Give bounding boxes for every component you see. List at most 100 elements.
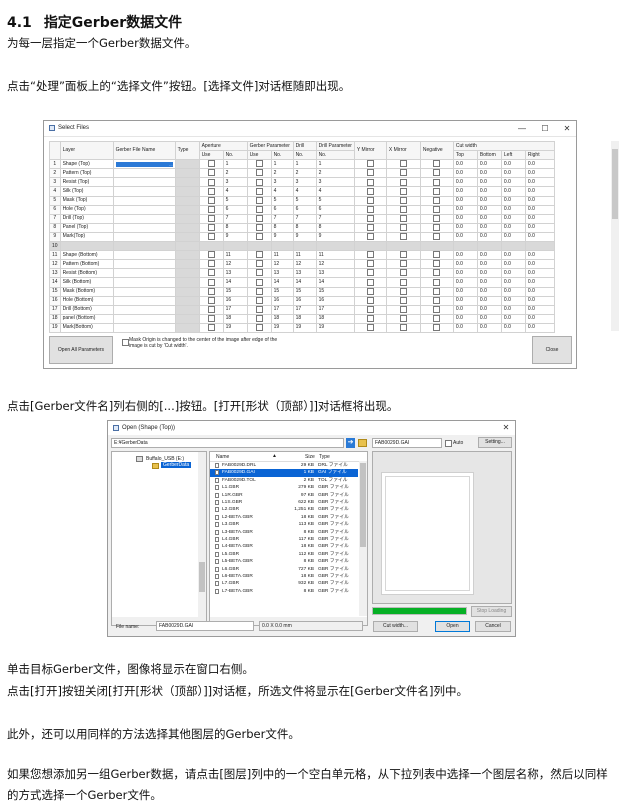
x-mirror-checkbox[interactable] [399, 160, 407, 168]
negative-cell[interactable] [419, 277, 454, 288]
drill-param-no-cell[interactable]: 12 [315, 259, 355, 270]
selected-name-field[interactable]: FAB0029D.GAI [372, 438, 442, 448]
aperture-use-cell[interactable] [198, 277, 224, 288]
gerber-file-cell[interactable] [112, 322, 176, 333]
layer-cell[interactable]: Pattern (Top) [59, 168, 114, 179]
drill-no-cell[interactable]: 3 [292, 177, 317, 188]
gerber-file-cell[interactable] [112, 168, 176, 179]
aperture-use-checkbox[interactable] [207, 251, 215, 259]
file-row[interactable]: FAB0029D.GAI 1 KB GAI ファイル [210, 469, 358, 477]
file-row[interactable]: L6-BETA.GBR 18 KB GBR ファイル [210, 573, 358, 580]
aperture-use-checkbox[interactable] [207, 224, 215, 231]
file-row[interactable]: L2.GBR 1,251 KB GBR ファイル [210, 506, 358, 513]
y-mirror-checkbox[interactable] [366, 297, 374, 304]
layer-cell[interactable]: Silk (Top) [59, 186, 114, 197]
aperture-no-cell[interactable]: 2 [222, 168, 248, 179]
drill-no-cell[interactable]: 12 [292, 259, 317, 270]
gerber-param-use-checkbox[interactable] [255, 306, 263, 313]
gerber-param-use-cell[interactable] [246, 195, 272, 206]
table-row[interactable]: 16 Hole (Bottom) 16 16 16 16 0.0 0.0 0.0 0.0 [49, 295, 555, 306]
cut-top-cell[interactable]: 0.0 [452, 231, 478, 243]
aperture-no-cell[interactable]: 4 [222, 186, 248, 197]
gerber-param-use-checkbox[interactable] [246, 241, 272, 252]
gerber-param-use-checkbox[interactable] [255, 206, 263, 213]
aperture-use-checkbox[interactable] [207, 197, 215, 204]
cut-left-cell[interactable]: 0.0 [500, 322, 526, 333]
x-mirror-cell[interactable] [385, 213, 421, 224]
gerber-param-use-cell[interactable] [246, 313, 272, 324]
aperture-no-cell[interactable]: 18 [222, 313, 248, 324]
y-mirror-checkbox[interactable] [366, 160, 374, 168]
y-mirror-cell[interactable] [353, 177, 387, 188]
x-mirror-checkbox[interactable] [399, 260, 407, 268]
gerber-param-no-cell[interactable]: 1 [270, 159, 294, 170]
aperture-no-cell[interactable]: 1 [222, 159, 248, 170]
column-name[interactable]: Name [216, 454, 229, 460]
open-button[interactable]: Open [435, 621, 470, 632]
drill-param-no-cell[interactable] [315, 241, 355, 252]
aperture-use-cell[interactable] [198, 313, 224, 324]
cut-width-button[interactable]: Cut width... [373, 621, 418, 632]
cut-left-cell[interactable]: 0.0 [500, 250, 526, 261]
stop-loading-button[interactable]: Stop Loading [471, 606, 512, 617]
aperture-use-checkbox[interactable] [207, 260, 215, 268]
gerber-param-no-cell[interactable]: 17 [270, 304, 294, 315]
x-mirror-cell[interactable] [385, 222, 421, 233]
gerber-param-no-cell[interactable] [270, 241, 294, 252]
x-mirror-cell[interactable] [385, 295, 421, 306]
y-mirror-cell[interactable] [353, 259, 387, 270]
gerber-param-use-checkbox[interactable] [255, 251, 263, 259]
y-mirror-cell[interactable] [353, 268, 387, 279]
gerber-param-no-cell[interactable]: 14 [270, 277, 294, 288]
x-mirror-cell[interactable] [385, 168, 421, 179]
aperture-use-checkbox[interactable] [207, 315, 215, 322]
drill-param-no-cell[interactable]: 16 [315, 295, 355, 306]
x-mirror-cell[interactable] [385, 195, 421, 206]
y-mirror-checkbox[interactable] [366, 288, 374, 295]
layer-cell[interactable]: Drill (Top) [59, 213, 114, 224]
gerber-param-use-checkbox[interactable] [255, 297, 263, 304]
y-mirror-checkbox[interactable] [366, 306, 374, 313]
y-mirror-checkbox[interactable] [366, 197, 374, 204]
table-row[interactable]: 10 [49, 241, 555, 252]
drill-no-cell[interactable]: 1 [292, 159, 317, 170]
cut-right-cell[interactable]: 0.0 [524, 268, 555, 279]
table-row[interactable]: 12 Pattern (Bottom) 12 12 12 12 0.0 0.0 0.0 0.0 [49, 259, 555, 270]
file-row[interactable]: L1.GBR 279 KB GBR ファイル [210, 484, 358, 491]
x-mirror-checkbox[interactable] [399, 178, 407, 186]
gerber-param-use-checkbox[interactable] [255, 269, 263, 277]
cut-top-cell[interactable]: 0.0 [452, 186, 478, 197]
drill-param-no-cell[interactable]: 19 [315, 322, 355, 333]
layer-cell[interactable] [59, 241, 114, 252]
layer-cell[interactable]: Mark(Top) [59, 231, 114, 243]
negative-cell[interactable] [419, 286, 454, 297]
gerber-param-use-cell[interactable] [246, 222, 272, 233]
cut-top-cell[interactable]: 0.0 [452, 204, 478, 215]
layer-cell[interactable]: Mask (Top) [59, 195, 114, 206]
drill-param-no-cell[interactable]: 3 [315, 177, 355, 188]
cut-bottom-cell[interactable]: 0.0 [476, 259, 502, 270]
aperture-use-checkbox[interactable] [207, 297, 215, 304]
file-row[interactable]: FAB0029D.DRL 29 KB DRL ファイル [210, 462, 358, 469]
layer-cell[interactable]: Resist (Bottom) [59, 268, 114, 279]
file-row[interactable]: L5-BETA.GBR 8 KB GBR ファイル [210, 558, 358, 565]
file-row[interactable]: L4.GBR 117 KB GBR ファイル [210, 536, 358, 543]
aperture-no-cell[interactable]: 16 [222, 295, 248, 306]
x-mirror-cell[interactable] [385, 231, 421, 243]
y-mirror-cell[interactable] [353, 322, 387, 333]
x-mirror-checkbox[interactable] [399, 306, 407, 313]
negative-checkbox[interactable] [433, 178, 441, 186]
cut-bottom-cell[interactable]: 0.0 [476, 313, 502, 324]
close-window-button[interactable]: ✕ [498, 422, 514, 433]
drill-no-cell[interactable]: 19 [292, 322, 317, 333]
x-mirror-checkbox[interactable] [399, 324, 407, 331]
cut-bottom-cell[interactable]: 0.0 [476, 213, 502, 224]
x-mirror-cell[interactable] [385, 159, 421, 170]
aperture-use-checkbox[interactable] [207, 233, 215, 241]
cut-top-cell[interactable]: 0.0 [452, 168, 478, 179]
scrollbar-thumb[interactable] [612, 149, 618, 219]
drill-no-cell[interactable]: 16 [292, 295, 317, 306]
gerber-param-use-checkbox[interactable] [255, 233, 263, 241]
gerber-file-cell[interactable] [112, 159, 176, 170]
cut-top-cell[interactable]: 0.0 [452, 195, 478, 206]
